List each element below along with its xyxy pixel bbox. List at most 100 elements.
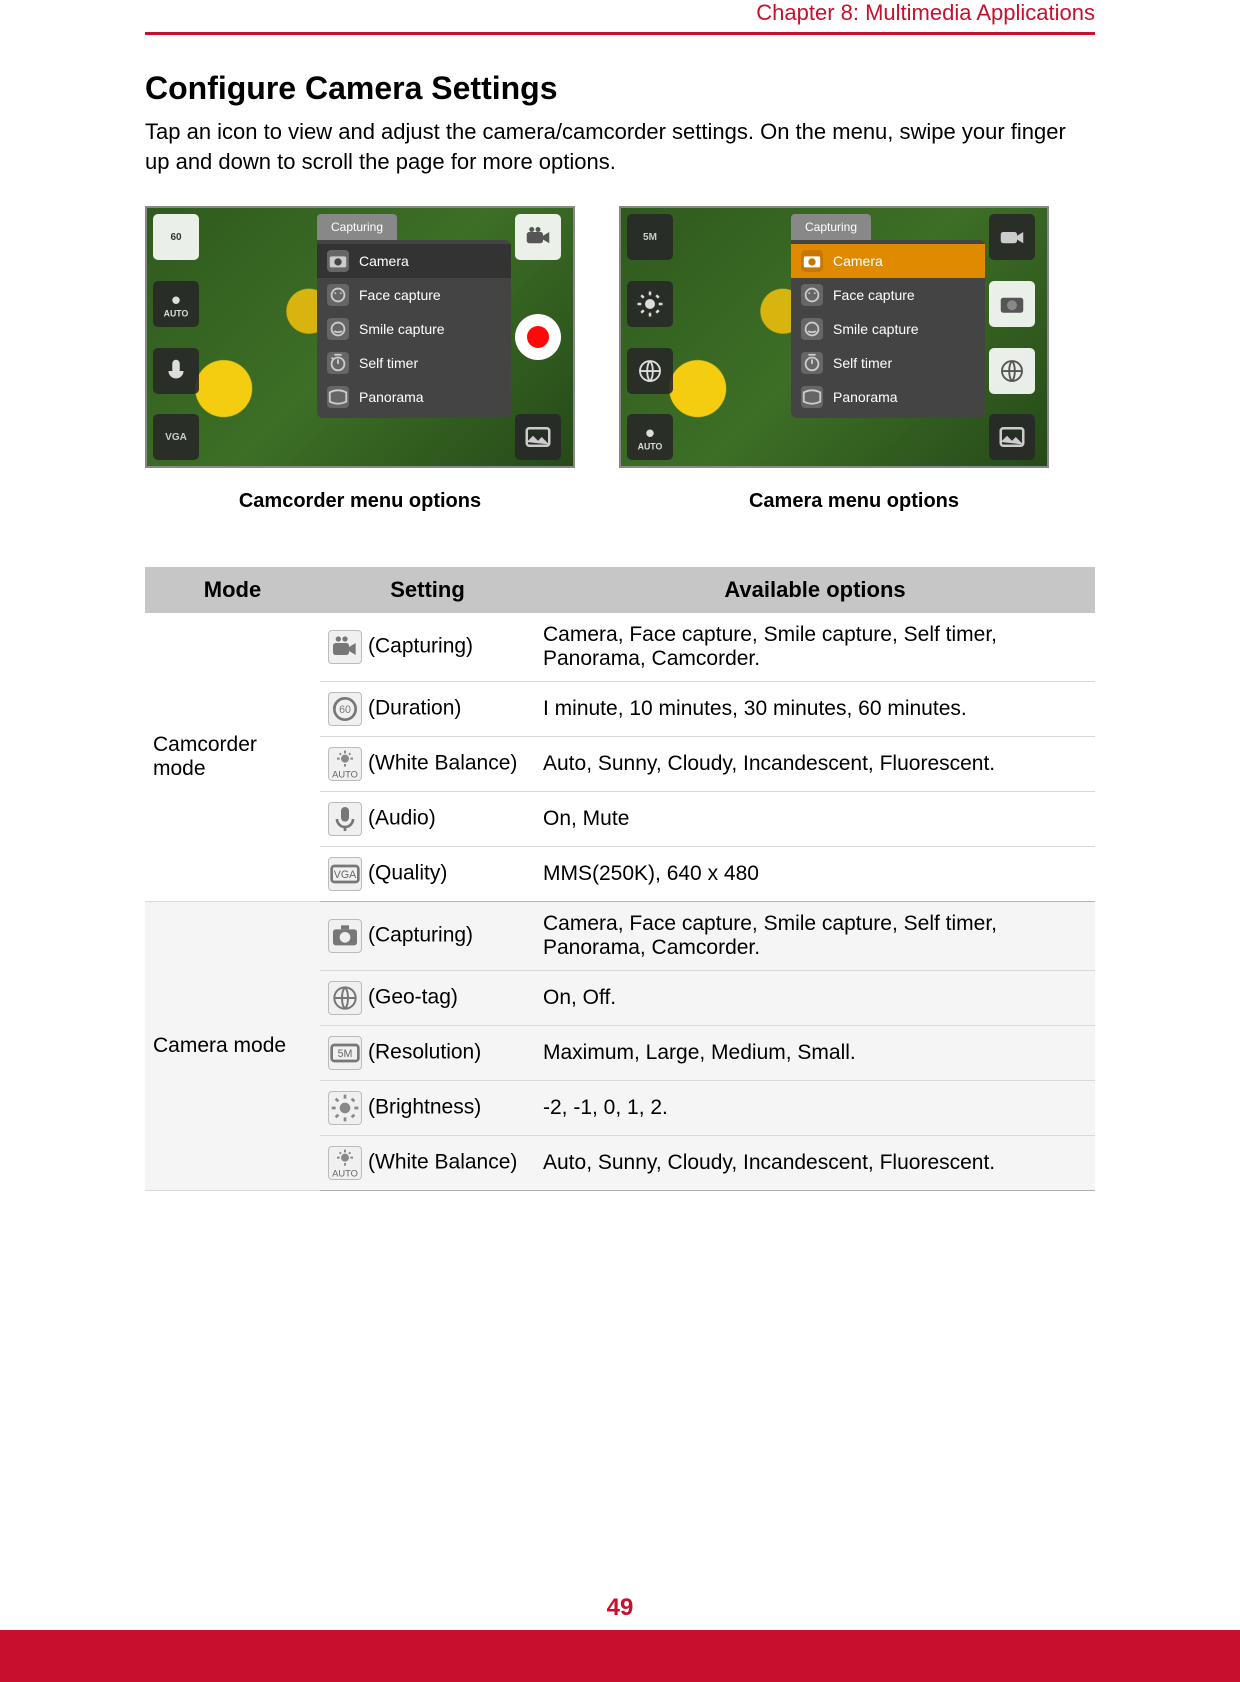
gallery-icon bbox=[515, 414, 561, 460]
options-cell: On, Off. bbox=[535, 971, 1095, 1026]
face-icon bbox=[801, 284, 823, 306]
svg-text:VGA: VGA bbox=[334, 869, 357, 881]
wb-auto-icon: AUTO bbox=[328, 1146, 362, 1180]
table-row: Camera mode(Capturing)Camera, Face captu… bbox=[145, 902, 1095, 971]
menu-item-label: Panorama bbox=[359, 389, 424, 405]
menu-item: Face capture bbox=[791, 278, 985, 312]
caption-left: Camcorder menu options bbox=[145, 490, 575, 513]
svg-text:5M: 5M bbox=[338, 1048, 353, 1060]
mode-switch-icon bbox=[989, 214, 1035, 260]
setting-label: (Brightness) bbox=[368, 1096, 481, 1119]
menu-item: Self timer bbox=[317, 346, 511, 380]
menu-item: Panorama bbox=[317, 380, 511, 414]
options-cell: I minute, 10 minutes, 30 minutes, 60 min… bbox=[535, 682, 1095, 737]
mic-icon bbox=[328, 802, 362, 836]
menu-item: Camera bbox=[791, 244, 985, 278]
setting-label: (White Balance) bbox=[368, 1151, 517, 1174]
options-cell: Auto, Sunny, Cloudy, Incandescent, Fluor… bbox=[535, 737, 1095, 792]
options-cell: -2, -1, 0, 1, 2. bbox=[535, 1081, 1095, 1136]
setting-label: (Duration) bbox=[368, 697, 461, 720]
record-button-icon bbox=[515, 314, 561, 360]
setting-cell: (Geo-tag) bbox=[320, 971, 535, 1026]
panorama-icon bbox=[327, 386, 349, 408]
wb-auto-icon: AUTO bbox=[328, 747, 362, 781]
svg-text:AUTO: AUTO bbox=[164, 309, 189, 319]
setting-label: (Capturing) bbox=[368, 924, 473, 947]
page-number: 49 bbox=[0, 1594, 1240, 1622]
camcorder-mode-icon bbox=[515, 214, 561, 260]
setting-label: (Geo-tag) bbox=[368, 986, 458, 1009]
setting-label: (Resolution) bbox=[368, 1041, 481, 1064]
vga-icon: VGA bbox=[153, 414, 199, 460]
auto-wb-icon: AUTO bbox=[627, 414, 673, 460]
menu-item-label: Camera bbox=[833, 253, 883, 269]
setting-cell: AUTO (White Balance) bbox=[320, 1136, 535, 1191]
svg-text:AUTO: AUTO bbox=[638, 442, 663, 452]
menu-item-label: Panorama bbox=[833, 389, 898, 405]
setting-cell: VGA(Quality) bbox=[320, 847, 535, 902]
vga-icon: VGA bbox=[328, 857, 362, 891]
svg-text:60: 60 bbox=[339, 704, 351, 716]
screenshot-camera: 5M AUTO Capturing Camera bbox=[619, 206, 1049, 468]
svg-text:AUTO: AUTO bbox=[332, 770, 358, 780]
setting-label: (Capturing) bbox=[368, 635, 473, 658]
setting-label: (Audio) bbox=[368, 807, 436, 830]
menu-item-label: Self timer bbox=[359, 355, 418, 371]
setting-cell: (Capturing) bbox=[320, 613, 535, 682]
options-cell: On, Mute bbox=[535, 792, 1095, 847]
camera-icon bbox=[801, 250, 823, 272]
options-cell: Camera, Face capture, Smile capture, Sel… bbox=[535, 902, 1095, 971]
menu-item-label: Smile capture bbox=[833, 321, 919, 337]
timer-icon bbox=[327, 352, 349, 374]
brightness-icon bbox=[328, 1091, 362, 1125]
th-mode: Mode bbox=[145, 567, 320, 613]
caption-right: Camera menu options bbox=[619, 490, 1049, 513]
options-cell: MMS(250K), 640 x 480 bbox=[535, 847, 1095, 902]
screenshot-camcorder: 60 AUTO VGA bbox=[145, 206, 575, 468]
menu-item-label: Face capture bbox=[833, 287, 915, 303]
menu-item: Panorama bbox=[791, 380, 985, 414]
footer-band bbox=[0, 1630, 1240, 1682]
th-setting: Setting bbox=[320, 567, 535, 613]
geo-icon bbox=[627, 348, 673, 394]
menu-item: Smile capture bbox=[317, 312, 511, 346]
geo-toggle-icon bbox=[989, 348, 1035, 394]
options-cell: Camera, Face capture, Smile capture, Sel… bbox=[535, 613, 1095, 682]
setting-cell: 60 (Duration) bbox=[320, 682, 535, 737]
resolution-5m-icon: 5M bbox=[627, 214, 673, 260]
mode-cell: Camcorder mode bbox=[145, 613, 320, 902]
setting-cell: 5M (Resolution) bbox=[320, 1026, 535, 1081]
svg-text:AUTO: AUTO bbox=[332, 1169, 358, 1179]
menu-tab-label: Capturing bbox=[317, 214, 397, 240]
shutter-button-icon bbox=[989, 281, 1035, 327]
smile-icon bbox=[801, 318, 823, 340]
menu-item: Camera bbox=[317, 244, 511, 278]
setting-label: (White Balance) bbox=[368, 752, 517, 775]
camcorder-icon bbox=[328, 630, 362, 664]
setting-cell: (Audio) bbox=[320, 792, 535, 847]
setting-cell: (Capturing) bbox=[320, 902, 535, 971]
mode-cell: Camera mode bbox=[145, 902, 320, 1191]
auto-wb-icon: AUTO bbox=[153, 281, 199, 327]
timer-icon bbox=[801, 352, 823, 374]
options-cell: Maximum, Large, Medium, Small. bbox=[535, 1026, 1095, 1081]
menu-tab-label: Capturing bbox=[791, 214, 871, 240]
menu-item: Self timer bbox=[791, 346, 985, 380]
resolution-icon: 5M bbox=[328, 1036, 362, 1070]
face-icon bbox=[327, 284, 349, 306]
menu-item-label: Camera bbox=[359, 253, 409, 269]
sixty-icon: 60 bbox=[153, 214, 199, 260]
globe-icon bbox=[328, 981, 362, 1015]
menu-item-label: Face capture bbox=[359, 287, 441, 303]
duration-icon: 60 bbox=[328, 692, 362, 726]
gallery-icon bbox=[989, 414, 1035, 460]
page-title: Configure Camera Settings bbox=[145, 70, 1095, 107]
brightness-icon bbox=[627, 281, 673, 327]
mic-icon bbox=[153, 348, 199, 394]
camera-icon bbox=[328, 919, 362, 953]
setting-cell: AUTO (White Balance) bbox=[320, 737, 535, 792]
settings-table: Mode Setting Available options Camcorder… bbox=[145, 567, 1095, 1191]
th-options: Available options bbox=[535, 567, 1095, 613]
menu-item-label: Self timer bbox=[833, 355, 892, 371]
menu-item: Smile capture bbox=[791, 312, 985, 346]
